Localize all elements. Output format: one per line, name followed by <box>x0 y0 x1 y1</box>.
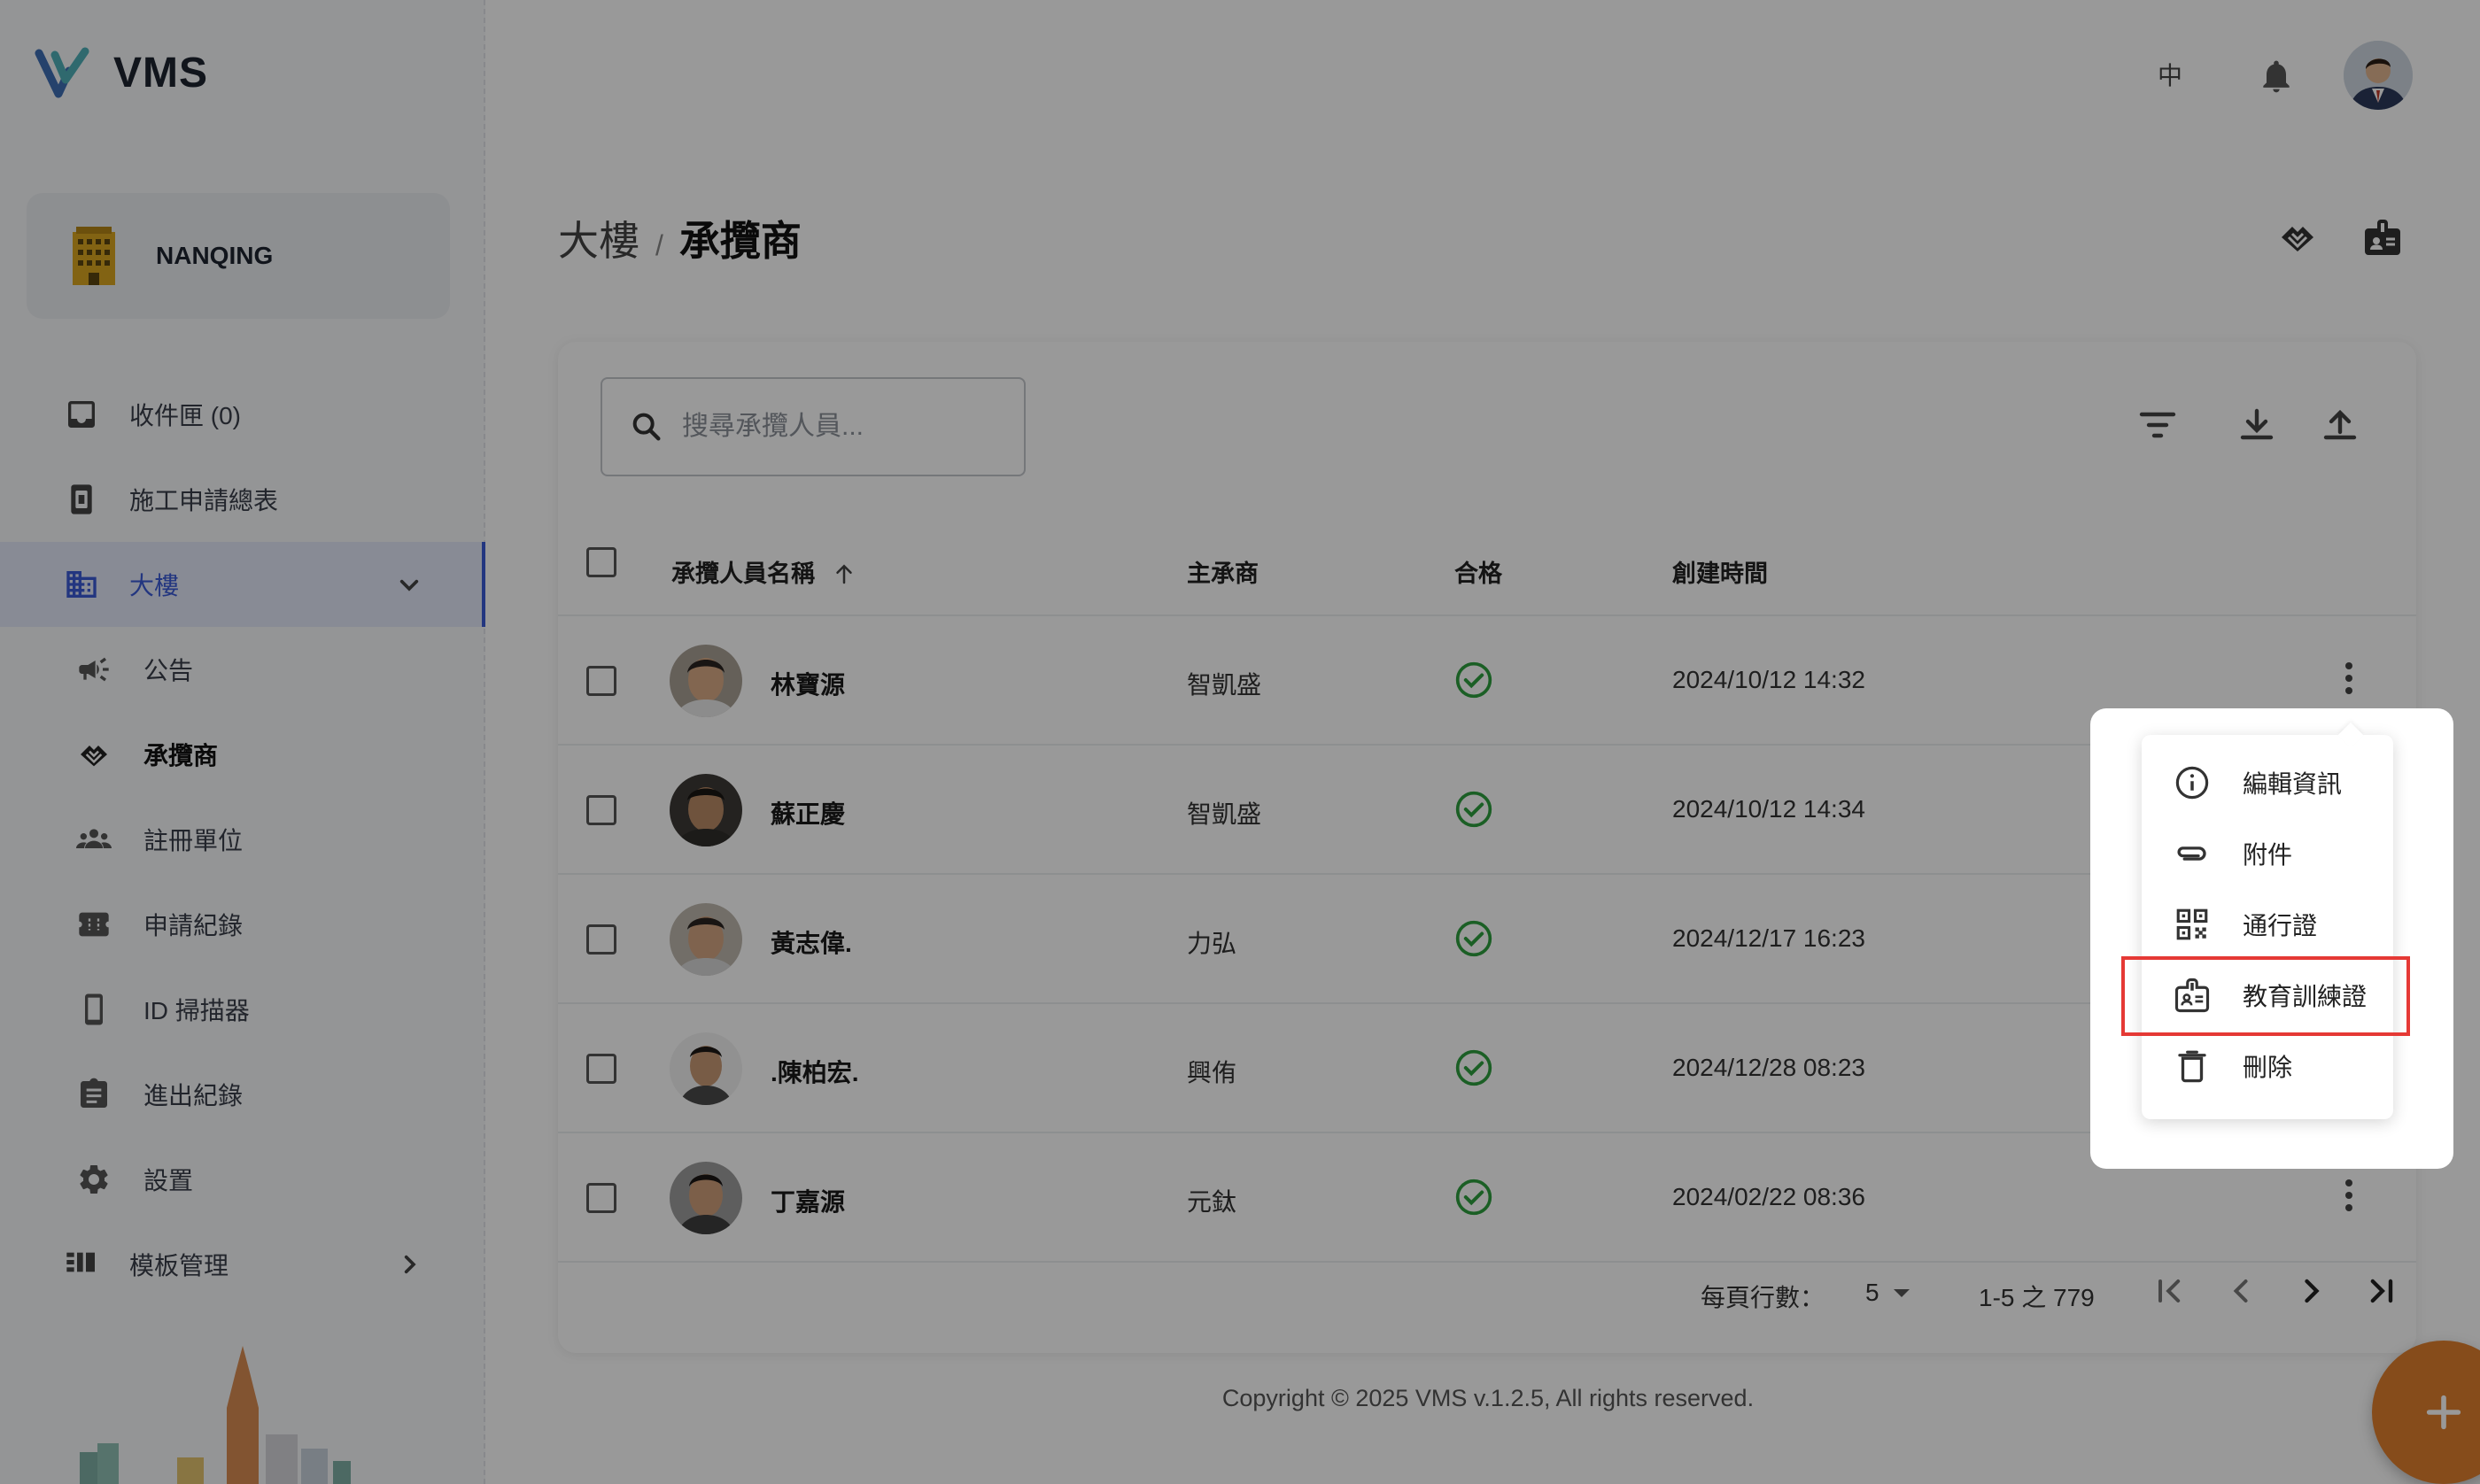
qr-code-icon <box>2174 906 2211 943</box>
menu-item-pass[interactable]: 通行證 <box>2142 889 2393 960</box>
highlight-box <box>2121 956 2410 1036</box>
menu-item-label: 編輯資訊 <box>2243 770 2343 798</box>
trash-icon <box>2174 1047 2211 1085</box>
menu-item-label: 刪除 <box>2243 1054 2293 1081</box>
menu-item-attachments[interactable]: 附件 <box>2142 818 2393 889</box>
info-icon <box>2174 764 2211 801</box>
paperclip-icon <box>2174 835 2211 872</box>
menu-item-delete[interactable]: 刪除 <box>2142 1031 2393 1101</box>
row-actions-popover: 編輯資訊 附件 通行證 教育訓練證 刪除 <box>2090 708 2453 1169</box>
row-actions-menu: 編輯資訊 附件 通行證 教育訓練證 刪除 <box>2142 735 2393 1119</box>
menu-item-label: 附件 <box>2243 841 2293 869</box>
menu-item-edit-info[interactable]: 編輯資訊 <box>2142 747 2393 818</box>
menu-item-label: 通行證 <box>2243 912 2318 939</box>
